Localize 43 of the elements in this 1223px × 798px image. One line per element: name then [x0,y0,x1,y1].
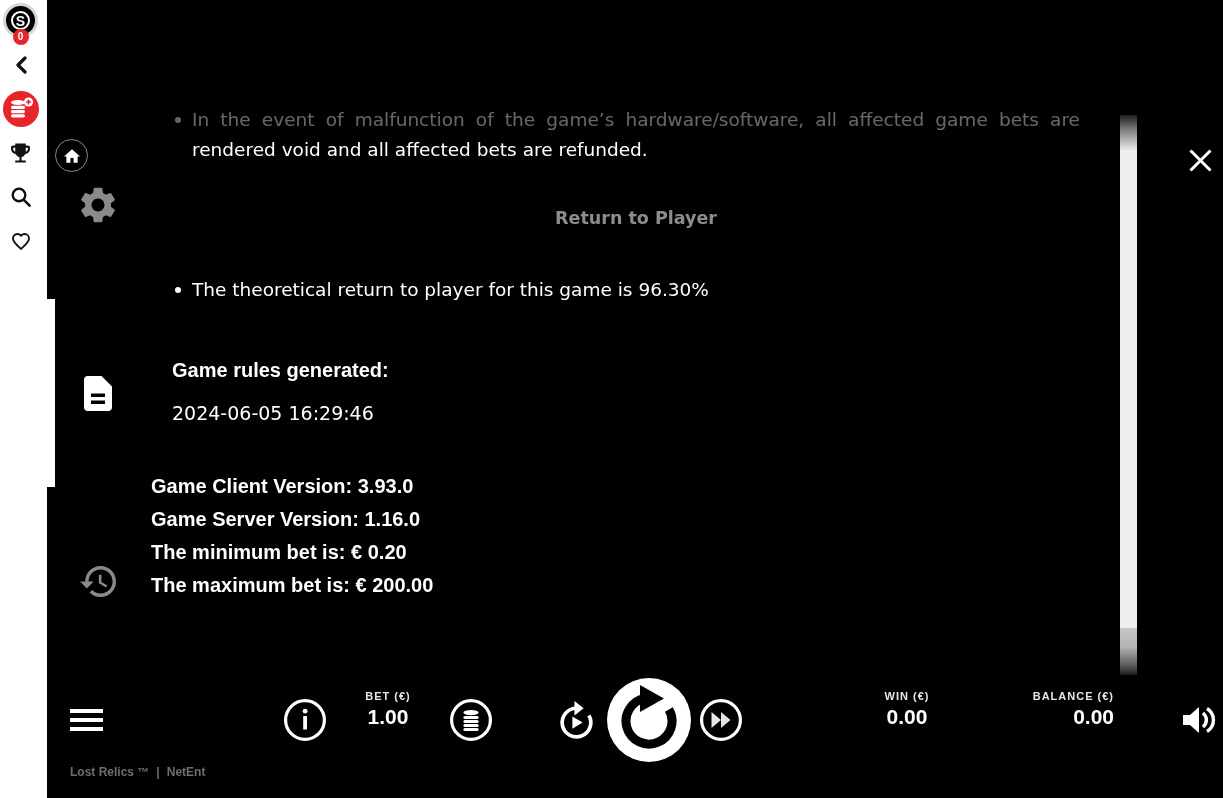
fast-forward-icon[interactable] [700,699,742,741]
section-heading: Return to Player [555,207,717,230]
bullet-icon [175,287,181,293]
close-icon[interactable] [1189,149,1212,172]
bet-value: 1.00 [367,704,409,730]
document-icon [84,375,112,411]
timestamp: 2024-06-05 16:29:46 [172,401,374,426]
game-title: Lost Relics ™ [70,765,150,779]
version-info: Game Server Version: 1.16.0 [151,507,421,532]
home-button[interactable] [55,139,88,172]
scroll-thumb[interactable] [1120,628,1137,675]
circular-arrow-play-icon[interactable] [559,699,595,741]
menu-icon[interactable] [70,709,103,731]
trophy-icon[interactable] [11,143,30,163]
bullet-icon [175,117,181,123]
info-icon[interactable] [284,699,326,741]
rule-text: In the event of malfunction of the game’s hardware/software, all affected game bets are rendered void and all affected bets are refunded. [192,108,1080,162]
menu-tab[interactable] [79,185,117,225]
heart-icon[interactable] [11,233,30,250]
search-icon[interactable] [10,187,31,207]
footer-separator: | [156,765,160,779]
balance-value: 0.00 [1073,704,1114,730]
bet-label: BET (€) [365,689,411,703]
history-icon [80,565,116,597]
chevron-left-icon[interactable] [14,56,27,74]
circular-arrow-icon [621,684,677,749]
gear-icon [81,187,115,223]
home-icon [63,148,80,163]
rule-text: The theoretical return to player for this game is 96.30% [192,278,709,302]
scrollbar[interactable] [1120,115,1137,675]
notification-badge: 0 [12,29,29,45]
version-info: The maximum bet is: € 200.00 [151,573,434,598]
coin-stack-icon[interactable] [450,699,492,741]
rules-generated-label: Game rules generated: [172,358,389,383]
speaker-icon[interactable] [1182,705,1216,735]
win-label: WIN (€) [884,689,930,703]
version-info: The minimum bet is: € 0.20 [151,540,407,565]
menu-tab[interactable] [78,563,118,599]
version-info: Game Client Version: 3.93.0 [151,474,414,499]
balance-label: BALANCE (€) [1032,689,1114,703]
provider-name: NetEnt [166,765,206,779]
win-value: 0.00 [886,704,928,730]
menu-tab[interactable] [82,373,114,413]
